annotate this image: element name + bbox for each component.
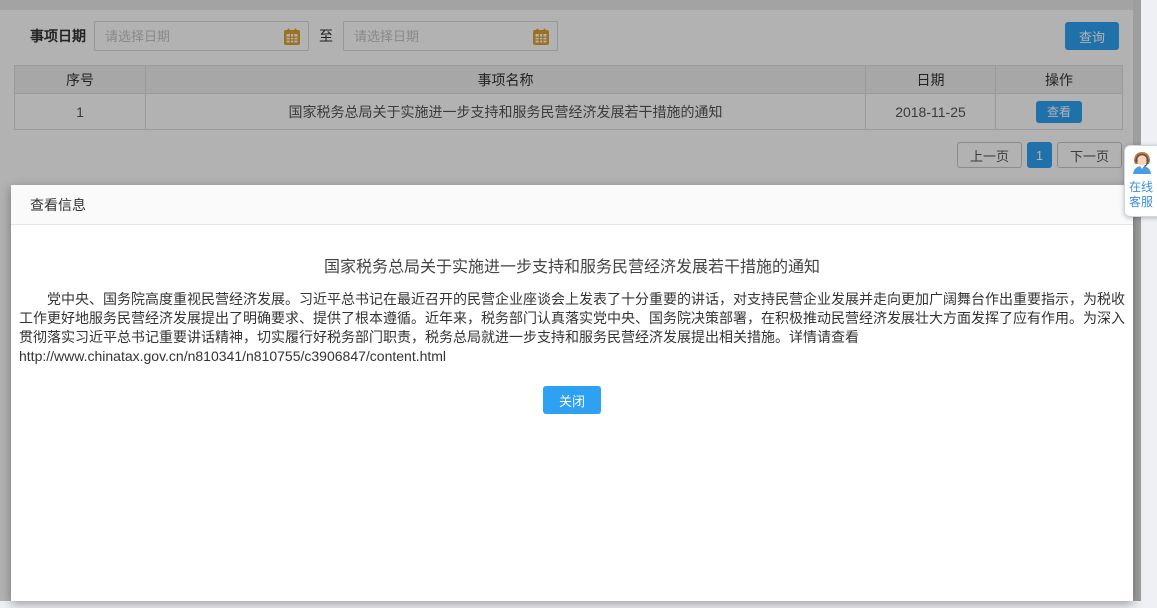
customer-service-widget[interactable]: 在线 客服 [1124,145,1157,217]
modal-title: 查看信息 [30,197,86,213]
close-button[interactable]: 关闭 [543,386,601,414]
modal-actions: 关闭 [19,386,1125,414]
document-text: 党中央、国务院高度重视民营经济发展。习近平总书记在最近召开的民营企业座谈会上发表… [19,291,1125,345]
modal-body: 国家税务总局关于实施进一步支持和服务民营经济发展若干措施的通知 党中央、国务院高… [11,253,1133,414]
document-title: 国家税务总局关于实施进一步支持和服务民营经济发展若干措施的通知 [19,253,1125,277]
document-paragraph: 党中央、国务院高度重视民营经济发展。习近平总书记在最近召开的民营企业座谈会上发表… [19,290,1125,366]
customer-service-label-line2: 客服 [1129,195,1153,210]
view-info-modal: 查看信息 国家税务总局关于实施进一步支持和服务民营经济发展若干措施的通知 党中央… [11,185,1133,601]
customer-service-avatar-icon [1129,149,1155,180]
modal-header: 查看信息 [11,185,1133,225]
customer-service-label-line1: 在线 [1129,180,1153,195]
document-url: http://www.chinatax.gov.cn/n810341/n8107… [19,348,446,364]
